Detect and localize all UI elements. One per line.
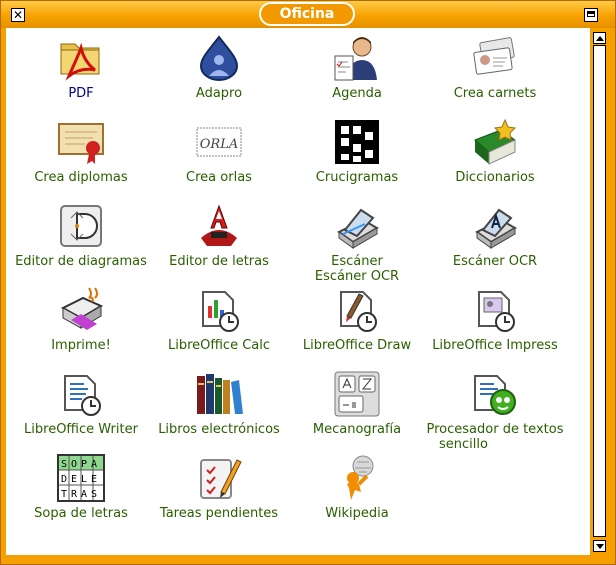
font-editor-icon xyxy=(201,204,237,246)
libreoffice-draw-icon xyxy=(340,291,377,332)
item-label: Imprime! xyxy=(51,338,111,353)
item-label: PDF xyxy=(68,86,94,101)
printer-icon xyxy=(60,287,104,330)
item-label-line2: sencillo xyxy=(439,437,488,452)
item-label: LibreOffice Draw xyxy=(302,338,412,353)
crossword-icon xyxy=(335,120,379,164)
launcher-item-imprime[interactable]: Imprime! xyxy=(6,286,156,353)
launcher-item-agenda[interactable]: Agenda xyxy=(282,34,432,101)
item-label: Crea carnets xyxy=(453,86,537,101)
launcher-item-pdf[interactable]: PDF xyxy=(6,34,156,101)
scanner-icon xyxy=(337,208,379,249)
libreoffice-calc-icon xyxy=(202,291,239,332)
sopa-row-3: TRAS xyxy=(61,489,101,500)
launcher-item-editor-diagramas[interactable]: Editor de diagramas xyxy=(6,202,156,269)
item-label: Editor de letras xyxy=(169,254,269,269)
id-card-icon xyxy=(473,37,515,75)
maximize-button[interactable] xyxy=(584,8,598,22)
item-label: LibreOffice Writer xyxy=(24,422,138,437)
launcher-item-libreoffice-calc[interactable]: LibreOffice Calc xyxy=(144,286,294,353)
launcher-item-libreoffice-writer[interactable]: LibreOffice Writer xyxy=(6,370,156,437)
launcher-item-crea-diplomas[interactable]: Crea diplomas xyxy=(6,118,156,185)
launcher-item-crucigramas[interactable]: Crucigramas xyxy=(282,118,432,185)
diploma-icon xyxy=(58,123,104,164)
pdf-folder-icon xyxy=(60,42,100,81)
diagram-editor-icon xyxy=(60,205,102,247)
agenda-person-icon xyxy=(334,37,377,81)
launcher-item-sopa-letras[interactable]: SOPA DELE TRAS Sopa de letras xyxy=(6,454,156,521)
close-icon: ✕ xyxy=(12,8,24,22)
window-title: Oficina xyxy=(259,2,355,26)
orla-text: ORLA xyxy=(200,137,238,152)
item-label: Tareas pendientes xyxy=(159,506,279,521)
item-label: Crucigramas xyxy=(315,170,399,185)
vertical-scrollbar[interactable] xyxy=(591,28,610,555)
launcher-item-escaner-ocr[interactable]: Escáner OCR xyxy=(420,202,570,269)
launcher-item-adapro[interactable]: Adapro xyxy=(144,34,294,101)
wikipedia-icon xyxy=(347,455,374,500)
item-label: Crea diplomas xyxy=(34,170,128,185)
scroll-up-button[interactable] xyxy=(593,32,606,44)
launcher-item-libros-electronicos[interactable]: Libros electrónicos xyxy=(144,370,294,437)
books-icon xyxy=(197,374,243,414)
close-button[interactable]: ✕ xyxy=(11,8,25,22)
launcher-item-procesador-textos[interactable]: Procesador de textos sencillo xyxy=(420,370,570,452)
sopa-row-2: DELE xyxy=(61,474,101,485)
item-label: Wikipedia xyxy=(325,506,389,521)
launcher-item-mecanografia[interactable]: Mecanografía xyxy=(282,370,432,437)
item-label-line2: Escáner OCR xyxy=(314,269,400,284)
scrollbar-thumb[interactable] xyxy=(593,45,606,537)
launcher-item-crea-orlas[interactable]: ORLA Crea orlas xyxy=(144,118,294,185)
item-label: Crea orlas xyxy=(186,170,252,185)
item-label: Editor de diagramas xyxy=(15,254,147,269)
launcher-item-diccionarios[interactable]: Diccionarios xyxy=(420,118,570,185)
item-label-line1: Escáner xyxy=(331,254,383,269)
item-label: Agenda xyxy=(332,86,382,101)
libreoffice-writer-icon xyxy=(64,375,101,416)
item-label: Escáner OCR xyxy=(452,254,538,269)
item-label: Procesador de textos sencillo xyxy=(420,422,570,452)
title-bar: ✕ Oficina xyxy=(1,1,615,28)
scanner-ocr-icon xyxy=(475,208,517,249)
item-label: Adapro xyxy=(195,86,243,101)
item-label: Libros electrónicos xyxy=(158,422,280,437)
item-label: Sopa de letras xyxy=(34,506,128,521)
launcher-item-tareas-pendientes[interactable]: Tareas pendientes xyxy=(144,454,294,521)
dictionary-book-icon xyxy=(474,118,517,165)
libreoffice-impress-icon xyxy=(478,291,515,332)
item-label: LibreOffice Impress xyxy=(432,338,558,353)
adapro-drop-icon xyxy=(199,35,239,81)
item-label-line1: Procesador de textos xyxy=(426,422,564,437)
task-list-icon xyxy=(200,459,242,499)
sopa-row-1: SOPA xyxy=(61,459,101,470)
launcher-item-libreoffice-draw[interactable]: LibreOffice Draw xyxy=(282,286,432,353)
app-window: ✕ Oficina PDF Adapro Agenda Crea carnets… xyxy=(0,0,616,565)
scroll-down-button[interactable] xyxy=(593,540,606,552)
launcher-item-crea-carnets[interactable]: Crea carnets xyxy=(420,34,570,101)
keyboard-keys-icon xyxy=(334,371,380,417)
text-processor-icon xyxy=(474,375,516,415)
orla-icon: ORLA xyxy=(196,127,242,157)
item-label: Mecanografía xyxy=(312,422,402,437)
launcher-item-editor-letras[interactable]: Editor de letras xyxy=(144,202,294,269)
launcher-item-escaner[interactable]: Escáner Escáner OCR xyxy=(282,202,432,284)
item-label: Escáner Escáner OCR xyxy=(282,254,432,284)
launcher-grid: PDF Adapro Agenda Crea carnets Crea dipl… xyxy=(6,28,590,555)
launcher-item-wikipedia[interactable]: Wikipedia xyxy=(282,454,432,521)
item-label: LibreOffice Calc xyxy=(167,338,271,353)
item-label: Diccionarios xyxy=(455,170,535,185)
word-search-icon: SOPA DELE TRAS xyxy=(57,454,105,502)
launcher-item-libreoffice-impress[interactable]: LibreOffice Impress xyxy=(420,286,570,353)
